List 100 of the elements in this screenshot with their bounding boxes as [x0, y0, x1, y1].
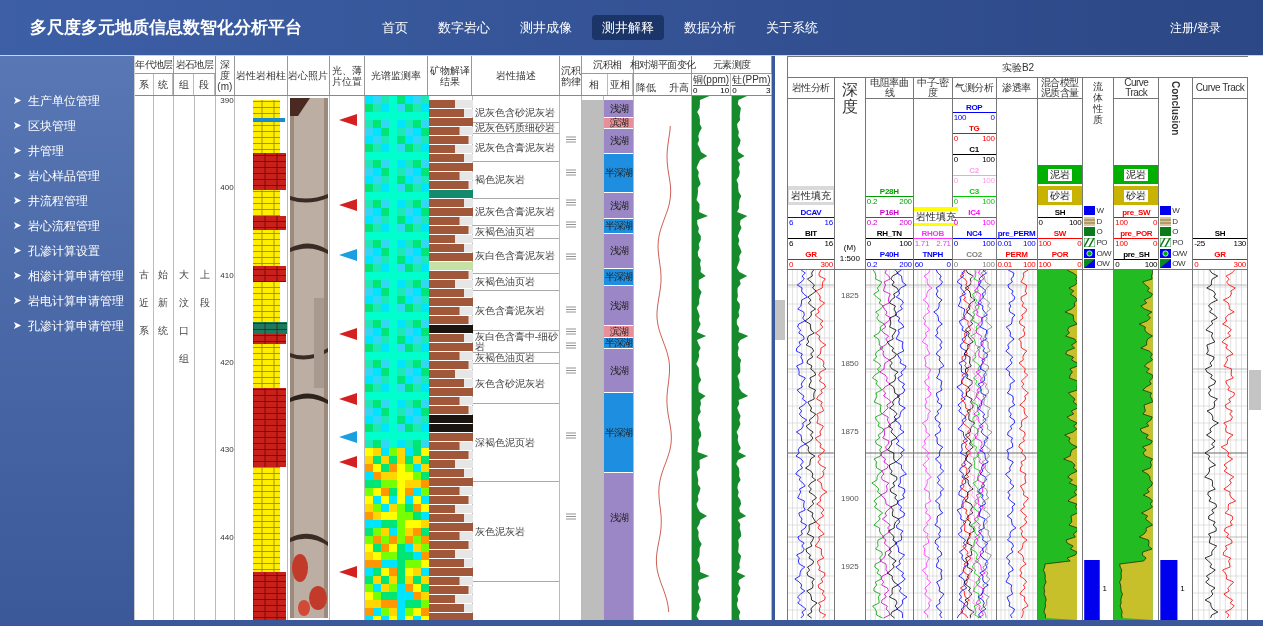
- curve-label: RHOB: [920, 229, 945, 238]
- facies-segment: 半深湖: [604, 154, 634, 193]
- facies-segment: 滨湖: [604, 326, 634, 338]
- scale-value: 0: [990, 113, 995, 122]
- sidebar-item[interactable]: 孔渗计算申请管理: [0, 313, 134, 338]
- curve-label: PERM: [1004, 250, 1029, 259]
- depth-scale: 1:500: [839, 253, 860, 265]
- scale-value: 0.2: [866, 197, 878, 206]
- fluid-label: D: [1172, 216, 1178, 226]
- track-title: 混合模型泥质含量: [1039, 78, 1080, 98]
- scale-value: 100: [1144, 260, 1158, 269]
- column-subheader: 铜(ppm): [693, 74, 730, 85]
- lithology-description: 泥灰色含膏泥灰岩: [474, 142, 555, 153]
- track-title: 岩性分析: [791, 83, 830, 93]
- sidebar-item[interactable]: 生产单位管理: [0, 88, 134, 113]
- depth-label: 410: [220, 270, 234, 280]
- scale-value: 300: [1233, 260, 1246, 269]
- scale-value: 0.01: [997, 260, 1012, 269]
- scale-value: 0: [953, 197, 958, 206]
- scrollbar-thumb[interactable]: [1249, 370, 1261, 410]
- column-header: 沉积相: [593, 59, 622, 70]
- sidebar-item[interactable]: 岩电计算申请管理: [0, 288, 134, 313]
- curve-label: C3: [968, 187, 980, 196]
- sidebar-item[interactable]: 岩心样品管理: [0, 163, 134, 188]
- column-subheader: 钍(PPm): [732, 74, 771, 85]
- scale-value: 0: [953, 176, 958, 185]
- nav-tab[interactable]: 首页: [372, 14, 418, 41]
- nav-tab[interactable]: 数据分析: [674, 14, 746, 41]
- depth-unit: (M): [843, 243, 856, 253]
- fill-label: 岩性填充: [788, 189, 833, 202]
- fluid-swatch-icon: [1160, 216, 1172, 226]
- column-header: 岩石地层: [175, 59, 214, 70]
- login-link[interactable]: 注册/登录: [1169, 18, 1221, 37]
- fluid-swatch-icon: [1160, 248, 1172, 258]
- sidebar-item[interactable]: 孔渗计算设置: [0, 238, 134, 263]
- sidebar-item[interactable]: 区块管理: [0, 113, 134, 138]
- strata-label: 大汶口组: [178, 268, 189, 366]
- track-title: 气测分析: [955, 83, 994, 93]
- track-title: 中子-密度: [916, 78, 950, 98]
- lithology-description: 灰褐色油页岩: [474, 227, 535, 237]
- curve-label: C1: [968, 145, 980, 154]
- column-subheader: 降低: [636, 82, 656, 93]
- scale-value: 100: [982, 176, 995, 185]
- lithology-description: 深褐色泥页岩: [474, 437, 535, 448]
- column-header: 元素测度: [712, 59, 751, 70]
- fluid-swatch-icon: [1160, 227, 1172, 237]
- scale-value: 0: [1038, 218, 1043, 227]
- curve-label: NC4: [965, 229, 983, 238]
- fill-label: 砂岩: [1047, 189, 1072, 202]
- strata-label: 上段: [199, 268, 210, 310]
- scale-value: 0: [789, 260, 794, 269]
- sidebar-item[interactable]: 岩心流程管理: [0, 213, 134, 238]
- fluid-swatch-icon: [1084, 206, 1096, 216]
- curve-label: RH_TN: [875, 229, 903, 238]
- lithology-description: 泥灰色钙质细砂岩: [474, 123, 555, 133]
- curve-label: TG: [967, 124, 981, 133]
- fluid-label: PO: [1172, 238, 1183, 247]
- facies-segment: 浅湖: [604, 473, 634, 620]
- sidebar-item[interactable]: 相渗计算申请管理: [0, 263, 134, 288]
- curve-label: SH: [1213, 229, 1227, 238]
- scale-value: 200: [899, 197, 912, 206]
- scrollbar-thumb[interactable]: [775, 300, 785, 340]
- fluid-label: PO: [1096, 238, 1108, 247]
- facies-segment: 半深湖: [604, 269, 634, 286]
- arrow-icon: [13, 146, 22, 155]
- scale-value: 0: [1153, 218, 1158, 227]
- scale-value: 100: [982, 134, 995, 143]
- scale-value: 6: [789, 239, 794, 248]
- scale-value: 0: [953, 260, 958, 269]
- sidebar-item[interactable]: 井流程管理: [0, 188, 134, 213]
- arrow-icon: [13, 96, 22, 105]
- sidebar-item[interactable]: 井管理: [0, 138, 134, 163]
- arrow-icon: [13, 271, 22, 280]
- curve-label: SW: [1052, 229, 1068, 238]
- arrow-icon: [13, 171, 22, 180]
- scale-value: 0: [1115, 260, 1120, 269]
- column-subheader: 系: [139, 79, 149, 90]
- app-title: 多尺度多元地质信息数智化分析平台: [30, 16, 303, 39]
- column-header: 岩性岩相柱: [235, 70, 286, 81]
- fluid-label: OW: [1096, 259, 1110, 269]
- strata-label: 始新统: [158, 268, 169, 338]
- depth-label: 440: [220, 532, 234, 542]
- fill-label: 泥岩: [1124, 168, 1149, 181]
- scale-value: 1.71: [914, 239, 930, 248]
- nav-tab[interactable]: 测井解释: [592, 14, 664, 41]
- arrow-icon: [13, 321, 22, 330]
- fluid-label: O/W: [1172, 248, 1187, 258]
- curve-label: P28H: [878, 187, 900, 196]
- nav-tab[interactable]: 关于系统: [756, 14, 828, 41]
- scale-value: 0: [953, 134, 958, 143]
- nav-tab[interactable]: 数字岩心: [428, 14, 500, 41]
- scale-value: 0: [953, 155, 958, 164]
- column-subheader: 统: [157, 79, 168, 90]
- column-header: 岩心照片: [288, 70, 329, 81]
- scale-value: 16: [824, 218, 833, 227]
- nav-tab[interactable]: 测井成像: [510, 14, 582, 41]
- depth-label: 420: [220, 358, 234, 367]
- track-title: 深度: [841, 81, 858, 115]
- curve-label: SH: [1053, 208, 1067, 217]
- column-header: 深度(m): [216, 59, 234, 92]
